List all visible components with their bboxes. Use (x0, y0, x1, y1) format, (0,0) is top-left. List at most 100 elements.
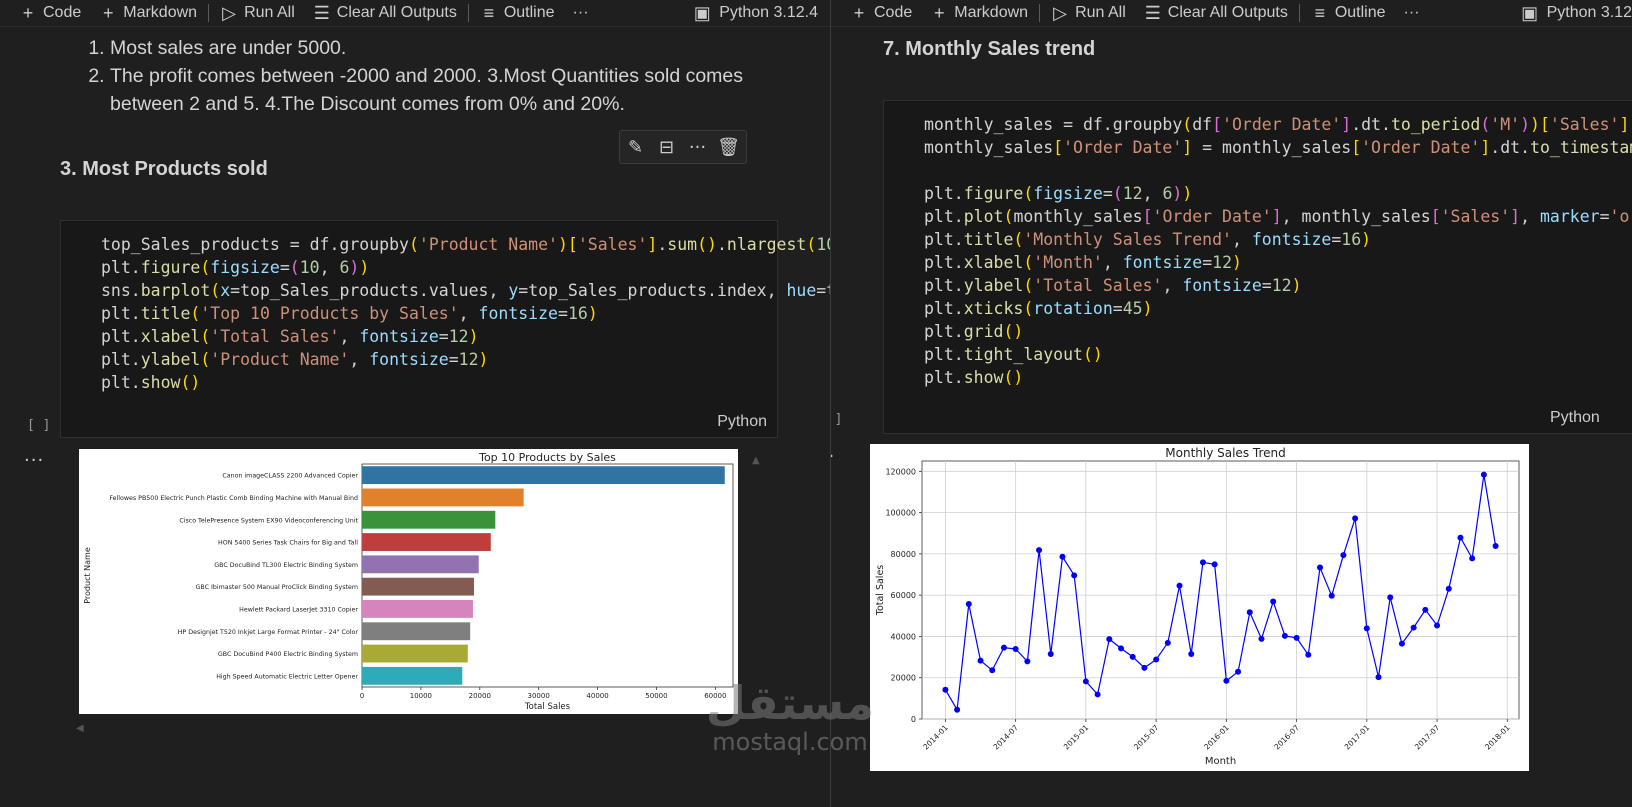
toolbar-separator (467, 4, 469, 22)
plus-icon: + (853, 3, 865, 23)
plus-icon: + (102, 3, 114, 23)
x-tick-label: 2014-01 (921, 723, 950, 752)
section-heading: 7. Monthly Sales trend (883, 38, 1096, 60)
bar-chart-output: Top 10 Products by Sales Canon imageCLASS… (79, 449, 738, 714)
split-cell-icon[interactable]: ⊟ (651, 137, 682, 158)
code-editor[interactable]: monthly_sales = df.groupby(df['Order Dat… (924, 113, 1632, 389)
x-tick-label: 50000 (645, 692, 667, 700)
x-tick-label: 2014-07 (992, 723, 1021, 752)
data-point (1410, 624, 1417, 631)
run-all-button[interactable]: ▷ Run All (211, 4, 304, 22)
kernel-icon: ▣ (693, 3, 711, 23)
bar (362, 577, 475, 596)
x-tick-label: 2015-01 (1062, 723, 1091, 752)
right-notebook-pane: + Code + Markdown ▷ Run All ☰ Clear All Outp… (831, 0, 1632, 807)
markdown-cell-heading[interactable]: 3. Most Products sold (60, 158, 268, 181)
x-tick-label: 40000 (586, 692, 608, 700)
add-code-button[interactable]: + Code (10, 4, 90, 22)
kernel-picker[interactable]: ▣ Python 3.12 (1521, 4, 1632, 22)
line-chart-output: Monthly Sales Trend 0 20000 40000 60000 80000… (870, 444, 1529, 771)
data-point (1000, 644, 1007, 651)
data-point (1434, 622, 1441, 629)
data-point (1317, 564, 1323, 571)
data-point (1211, 561, 1218, 568)
y-tick-label: 100000 (885, 509, 916, 518)
add-markdown-button[interactable]: + Markdown (921, 4, 1037, 22)
series-line (944, 474, 1497, 712)
outline-button[interactable]: ≡ Outline (471, 4, 564, 22)
kernel-icon: ▣ (1521, 3, 1539, 23)
data-point (1071, 572, 1078, 579)
data-point (942, 686, 949, 693)
run-all-icon: ▷ (1053, 3, 1067, 23)
trash-icon[interactable]: 🗑 (713, 137, 744, 158)
data-point (1199, 559, 1206, 566)
data-point (1270, 598, 1277, 605)
clear-outputs-icon: ☰ (313, 3, 330, 23)
data-point (1457, 534, 1464, 541)
scroll-up-icon[interactable]: ▲ (752, 455, 760, 466)
data-point (1047, 650, 1054, 657)
y-tick-label: 60000 (891, 591, 916, 600)
pencil-icon[interactable]: ✎ (620, 137, 651, 158)
cell-toolbar: ✎ ⊟ ··· 🗑 (619, 130, 747, 164)
outline-icon: ≡ (1314, 3, 1326, 23)
x-tick-label: 30000 (528, 692, 550, 700)
code-cell[interactable]: top_Sales_products = df.groupby('Product… (60, 220, 830, 438)
y-tick-label: Hewlett Packard LaserJet 3310 Copier (239, 606, 358, 613)
clear-all-outputs-button[interactable]: ☰ Clear All Outputs (304, 4, 466, 22)
data-point (989, 667, 996, 674)
data-point (1223, 677, 1230, 684)
list-item: The profit comes between -2000 and 2000.… (110, 62, 800, 118)
more-actions-button[interactable]: ··· (1395, 4, 1429, 22)
bar (362, 600, 473, 618)
data-point (1106, 636, 1113, 643)
y-tick-label: GBC DocuBind P400 Electric Binding Syste… (218, 651, 358, 658)
chart-title: Top 10 Products by Sales (478, 451, 616, 464)
y-tick-label: High Speed Automatic Electric Letter Ope… (216, 673, 358, 680)
execution-count: [ ] (831, 412, 843, 427)
data-point (1246, 609, 1253, 616)
output-more-button[interactable]: ··· (24, 450, 44, 471)
outline-button[interactable]: ≡ Outline (1302, 4, 1395, 22)
run-all-button[interactable]: ▷ Run All (1042, 4, 1135, 22)
x-tick-label: 2015-07 (1132, 723, 1161, 752)
section-heading: 3. Most Products sold (60, 158, 268, 180)
kernel-picker[interactable]: ▣ Python 3.12.4 (693, 4, 830, 22)
data-point (1153, 656, 1160, 663)
clear-all-outputs-button[interactable]: ☰ Clear All Outputs (1135, 4, 1297, 22)
code-cell[interactable]: monthly_sales = df.groupby(df['Order Dat… (883, 100, 1632, 434)
more-icon[interactable]: ··· (682, 137, 713, 158)
y-tick-label: Fellowes PB500 Electric Punch Plastic Co… (109, 495, 358, 502)
bar (362, 622, 471, 641)
watermark-latin: mostaql.com (712, 728, 868, 756)
scroll-left-icon[interactable]: ◀ (76, 723, 84, 734)
bar (362, 555, 479, 574)
cell-language-label[interactable]: Python (1550, 409, 1600, 427)
execution-count: [ ] (27, 418, 51, 433)
y-tick-label: 20000 (891, 674, 916, 683)
list-item: Most sales are under 5000. (110, 34, 800, 62)
data-point (1469, 555, 1476, 562)
data-point (1129, 653, 1136, 660)
toolbar-separator (1298, 4, 1300, 22)
add-code-button[interactable]: + Code (841, 4, 921, 22)
data-point (1293, 634, 1300, 641)
x-tick-label: 10000 (410, 692, 432, 700)
markdown-cell-heading[interactable]: 7. Monthly Sales trend (883, 38, 1095, 61)
output-more-button[interactable]: ··· (831, 446, 835, 467)
data-point (1094, 691, 1101, 698)
bar (362, 466, 725, 485)
y-axis-label: Total Sales (875, 565, 886, 617)
more-actions-button[interactable]: ··· (564, 4, 598, 22)
data-point (1176, 582, 1183, 589)
cell-language-label[interactable]: Python (717, 413, 767, 431)
add-markdown-button[interactable]: + Markdown (90, 4, 206, 22)
code-editor[interactable]: top_Sales_products = df.groupby('Product… (101, 233, 830, 394)
y-tick-label: Cisco TelePresence System EX90 Videoconf… (179, 517, 358, 524)
x-tick-label: 0 (360, 692, 364, 700)
data-point (1375, 674, 1382, 681)
data-point (1387, 594, 1394, 601)
markdown-cell-observations[interactable]: Most sales are under 5000. The profit co… (80, 34, 800, 118)
y-tick-label: 80000 (891, 550, 916, 559)
